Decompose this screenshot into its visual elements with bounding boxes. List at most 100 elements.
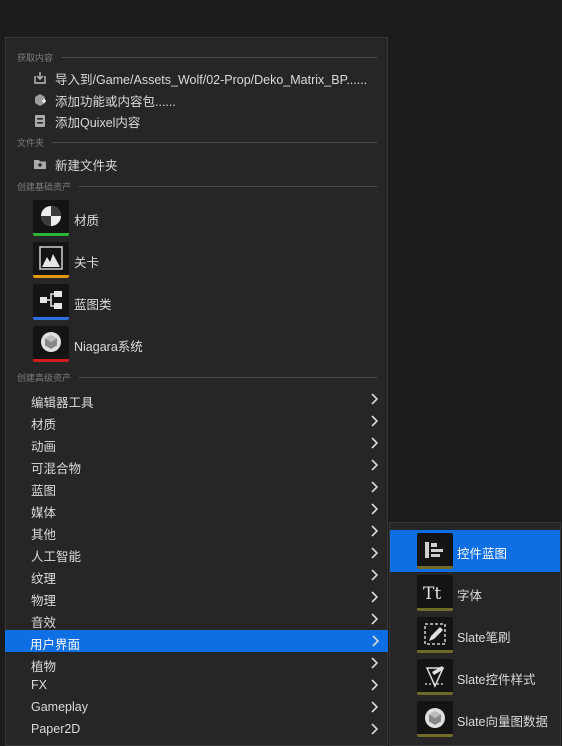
chevron-right-icon — [370, 393, 379, 408]
category-label: 物理 — [31, 594, 57, 608]
blueprint-class-icon — [33, 284, 69, 320]
chevron-right-icon — [370, 503, 379, 518]
chevron-right-icon — [370, 591, 379, 606]
submenu-item-label: Slate笔刷 — [457, 631, 511, 645]
svg-text:Tt: Tt — [423, 584, 441, 604]
import-icon — [33, 71, 47, 85]
section-folder: 文件夹 — [17, 136, 377, 148]
category-label: 音效 — [31, 616, 57, 630]
new-folder-icon — [33, 157, 47, 171]
asset-color-bar — [417, 650, 453, 653]
slate-brush-icon — [417, 617, 453, 653]
menu-item-label: 添加Quixel内容 — [55, 115, 141, 130]
asset-label: 关卡 — [74, 256, 100, 270]
section-basic-assets: 创建基础资产 — [17, 180, 377, 192]
category-label: Gameplay — [31, 700, 88, 714]
chevron-right-icon — [371, 635, 380, 650]
menu-item-label: 添加功能或内容包...... — [55, 94, 176, 109]
section-label: 创建高级资产 — [17, 372, 72, 383]
submenu-item-label: 字体 — [457, 589, 483, 603]
user-interface-submenu: 控件蓝图 Tt 字体 Slate笔刷 Slate控件样式 Slate向量图数据 — [389, 522, 561, 746]
category-label: 可混合物 — [31, 462, 82, 476]
asset-color-bar — [417, 566, 453, 569]
asset-color-bar — [33, 275, 69, 278]
category-item[interactable]: 人工智能 — [6, 542, 387, 564]
section-label: 创建基础资产 — [17, 181, 72, 192]
chevron-right-icon — [370, 525, 379, 540]
chevron-right-icon — [370, 679, 379, 694]
category-label: 编辑器工具 — [31, 396, 94, 410]
category-item[interactable]: 植物 — [6, 652, 387, 674]
menu-item-label: 导入到/Game/Assets_Wolf/02-Prop/Deko_Matrix… — [55, 72, 368, 87]
category-item[interactable]: 音效 — [6, 608, 387, 630]
category-item[interactable]: 其他 — [6, 520, 387, 542]
chevron-right-icon — [370, 481, 379, 496]
slate-widget-style-icon — [417, 659, 453, 695]
chevron-right-icon — [370, 459, 379, 474]
feature-pack-icon — [33, 93, 47, 107]
add-feature-pack-menu-item[interactable]: 添加功能或内容包...... — [6, 89, 387, 111]
widget-blueprint-item[interactable]: 控件蓝图 — [390, 530, 560, 572]
quixel-icon — [33, 114, 47, 128]
create-level-item[interactable]: 关卡 — [6, 240, 387, 282]
asset-color-bar — [417, 692, 453, 695]
font-item[interactable]: Tt 字体 — [390, 572, 560, 614]
asset-color-bar — [33, 233, 69, 236]
category-item[interactable]: Gameplay — [6, 696, 387, 718]
create-material-item[interactable]: 材质 — [6, 198, 387, 240]
category-item[interactable]: 可混合物 — [6, 454, 387, 476]
category-label: 其他 — [31, 528, 57, 542]
category-item[interactable]: Paper2D — [6, 718, 387, 740]
material-icon — [33, 200, 69, 236]
category-item[interactable]: 动画 — [6, 432, 387, 454]
slate-widget-style-item[interactable]: Slate控件样式 — [390, 656, 560, 698]
slate-vector-data-item[interactable]: Slate向量图数据 — [390, 698, 560, 740]
category-item[interactable]: 媒体 — [6, 498, 387, 520]
slate-vector-data-icon — [417, 701, 453, 737]
category-item[interactable]: 蓝图 — [6, 476, 387, 498]
category-item[interactable]: 材质 — [6, 410, 387, 432]
asset-label: Niagara系统 — [74, 340, 143, 354]
section-label: 文件夹 — [17, 137, 45, 148]
asset-label: 材质 — [74, 214, 100, 228]
category-label: 动画 — [31, 440, 57, 454]
category-item[interactable]: 纹理 — [6, 564, 387, 586]
section-divider — [79, 185, 377, 187]
asset-color-bar — [417, 608, 453, 611]
content-browser-context-menu: 获取内容 导入到/Game/Assets_Wolf/02-Prop/Deko_M… — [5, 37, 388, 746]
create-blueprint-class-item[interactable]: 蓝图类 — [6, 282, 387, 324]
chevron-right-icon — [370, 701, 379, 716]
section-get-content: 获取内容 — [17, 51, 377, 63]
section-advanced-assets: 创建高级资产 — [17, 371, 377, 383]
category-label: 媒体 — [31, 506, 57, 520]
new-folder-menu-item[interactable]: 新建文件夹 — [6, 153, 387, 175]
create-niagara-system-item[interactable]: Niagara系统 — [6, 324, 387, 366]
category-label: 材质 — [31, 418, 57, 432]
category-item[interactable]: 用户界面 — [5, 630, 388, 652]
niagara-icon — [33, 326, 69, 362]
section-divider — [61, 56, 377, 58]
chevron-right-icon — [370, 569, 379, 584]
section-label: 获取内容 — [17, 52, 54, 63]
submenu-item-label: Slate控件样式 — [457, 673, 536, 687]
category-item[interactable]: 物理 — [6, 586, 387, 608]
category-label: 植物 — [31, 660, 57, 674]
category-label: Paper2D — [31, 722, 81, 736]
chevron-right-icon — [370, 723, 379, 738]
chevron-right-icon — [370, 547, 379, 562]
level-icon — [33, 242, 69, 278]
asset-label: 蓝图类 — [74, 298, 112, 312]
asset-color-bar — [33, 359, 69, 362]
category-item[interactable]: FX — [6, 674, 387, 696]
add-quixel-menu-item[interactable]: 添加Quixel内容 — [6, 110, 387, 132]
asset-color-bar — [33, 317, 69, 320]
category-label: 蓝图 — [31, 484, 57, 498]
font-icon: Tt — [417, 575, 453, 611]
category-label: 人工智能 — [31, 550, 82, 564]
widget-blueprint-icon — [417, 533, 453, 569]
category-label: FX — [31, 678, 47, 692]
import-to-menu-item[interactable]: 导入到/Game/Assets_Wolf/02-Prop/Deko_Matrix… — [6, 67, 387, 89]
category-item[interactable]: 编辑器工具 — [6, 388, 387, 410]
chevron-right-icon — [370, 437, 379, 452]
slate-brush-item[interactable]: Slate笔刷 — [390, 614, 560, 656]
